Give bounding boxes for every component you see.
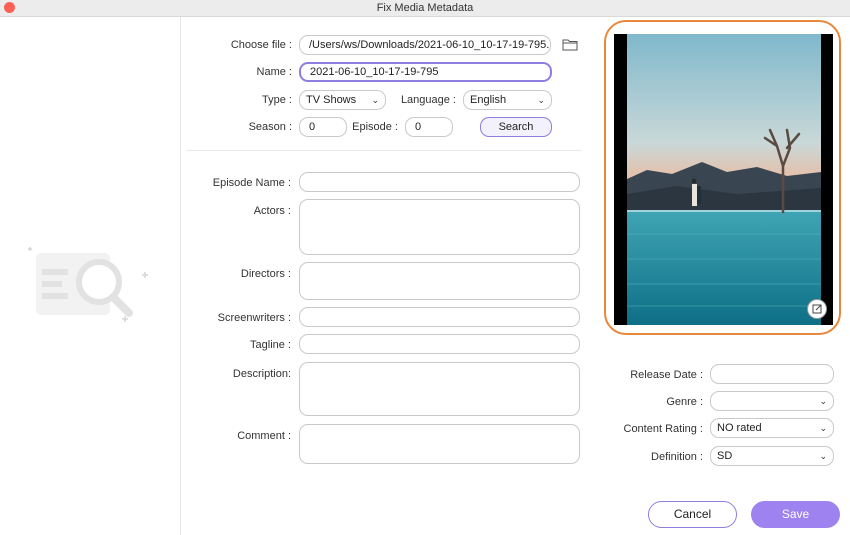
chevron-down-icon: ⌄ <box>819 451 827 461</box>
left-pane <box>0 17 181 535</box>
language-select[interactable]: English ⌄ <box>463 90 552 110</box>
episode-label: Episode : <box>352 121 398 133</box>
episode-name-label: Episode Name : <box>212 177 291 189</box>
edit-thumbnail-button[interactable] <box>807 299 827 319</box>
search-button[interactable]: Search <box>480 117 552 137</box>
edit-thumbnail-icon <box>812 304 822 314</box>
language-select-value: English <box>470 94 507 106</box>
chevron-down-icon: ⌄ <box>537 95 545 105</box>
chevron-down-icon: ⌄ <box>371 95 379 105</box>
language-label: Language : <box>400 94 456 106</box>
chevron-down-icon: ⌄ <box>819 423 827 433</box>
episode-input[interactable]: 0 <box>405 117 453 137</box>
genre-select[interactable]: ⌄ <box>710 391 834 411</box>
release-date-label: Release Date : <box>630 369 703 381</box>
comment-textarea[interactable] <box>299 424 580 464</box>
thumbnail-image <box>627 34 821 325</box>
type-label: Type : <box>262 94 292 106</box>
release-date-input[interactable] <box>710 364 834 384</box>
close-window-button[interactable] <box>4 2 15 13</box>
type-select[interactable]: TV Shows ⌄ <box>299 90 386 110</box>
directors-textarea[interactable] <box>299 262 580 300</box>
name-input[interactable]: 2021-06-10_10-17-19-795 <box>299 62 552 82</box>
season-input[interactable]: 0 <box>299 117 347 137</box>
screenwriters-label: Screenwriters : <box>217 312 291 324</box>
cancel-button[interactable]: Cancel <box>648 501 737 528</box>
description-label: Description: <box>232 368 291 380</box>
tagline-label: Tagline : <box>250 339 291 351</box>
season-label: Season : <box>248 121 292 133</box>
screenwriters-input[interactable] <box>299 307 580 327</box>
video-preview <box>614 34 833 325</box>
name-label: Name : <box>256 66 292 78</box>
definition-select[interactable]: SD ⌄ <box>710 446 834 466</box>
episode-name-input[interactable] <box>299 172 580 192</box>
comment-label: Comment : <box>237 430 291 442</box>
actors-label: Actors : <box>253 205 291 217</box>
content-rating-select[interactable]: NO rated ⌄ <box>710 418 834 438</box>
actors-textarea[interactable] <box>299 199 580 255</box>
genre-label: Genre : <box>666 396 703 408</box>
title-bar: Fix Media Metadata <box>0 0 850 17</box>
type-select-value: TV Shows <box>306 94 357 106</box>
content-rating-value: NO rated <box>717 422 762 434</box>
directors-label: Directors : <box>240 268 291 280</box>
chevron-down-icon: ⌄ <box>819 396 827 406</box>
tagline-input[interactable] <box>299 334 580 354</box>
folder-icon[interactable] <box>562 38 578 51</box>
choose-file-field[interactable]: /Users/ws/Downloads/2021-06-10_10-17-19-… <box>299 35 551 55</box>
metadata-search-icon <box>28 247 148 322</box>
content-rating-label: Content Rating : <box>623 423 704 435</box>
save-button[interactable]: Save <box>751 501 840 528</box>
definition-label: Definition : <box>651 451 703 463</box>
section-divider <box>186 150 582 151</box>
choose-file-label: Choose file : <box>230 39 292 51</box>
window-title: Fix Media Metadata <box>376 2 474 14</box>
description-textarea[interactable] <box>299 362 580 416</box>
definition-value: SD <box>717 450 733 462</box>
